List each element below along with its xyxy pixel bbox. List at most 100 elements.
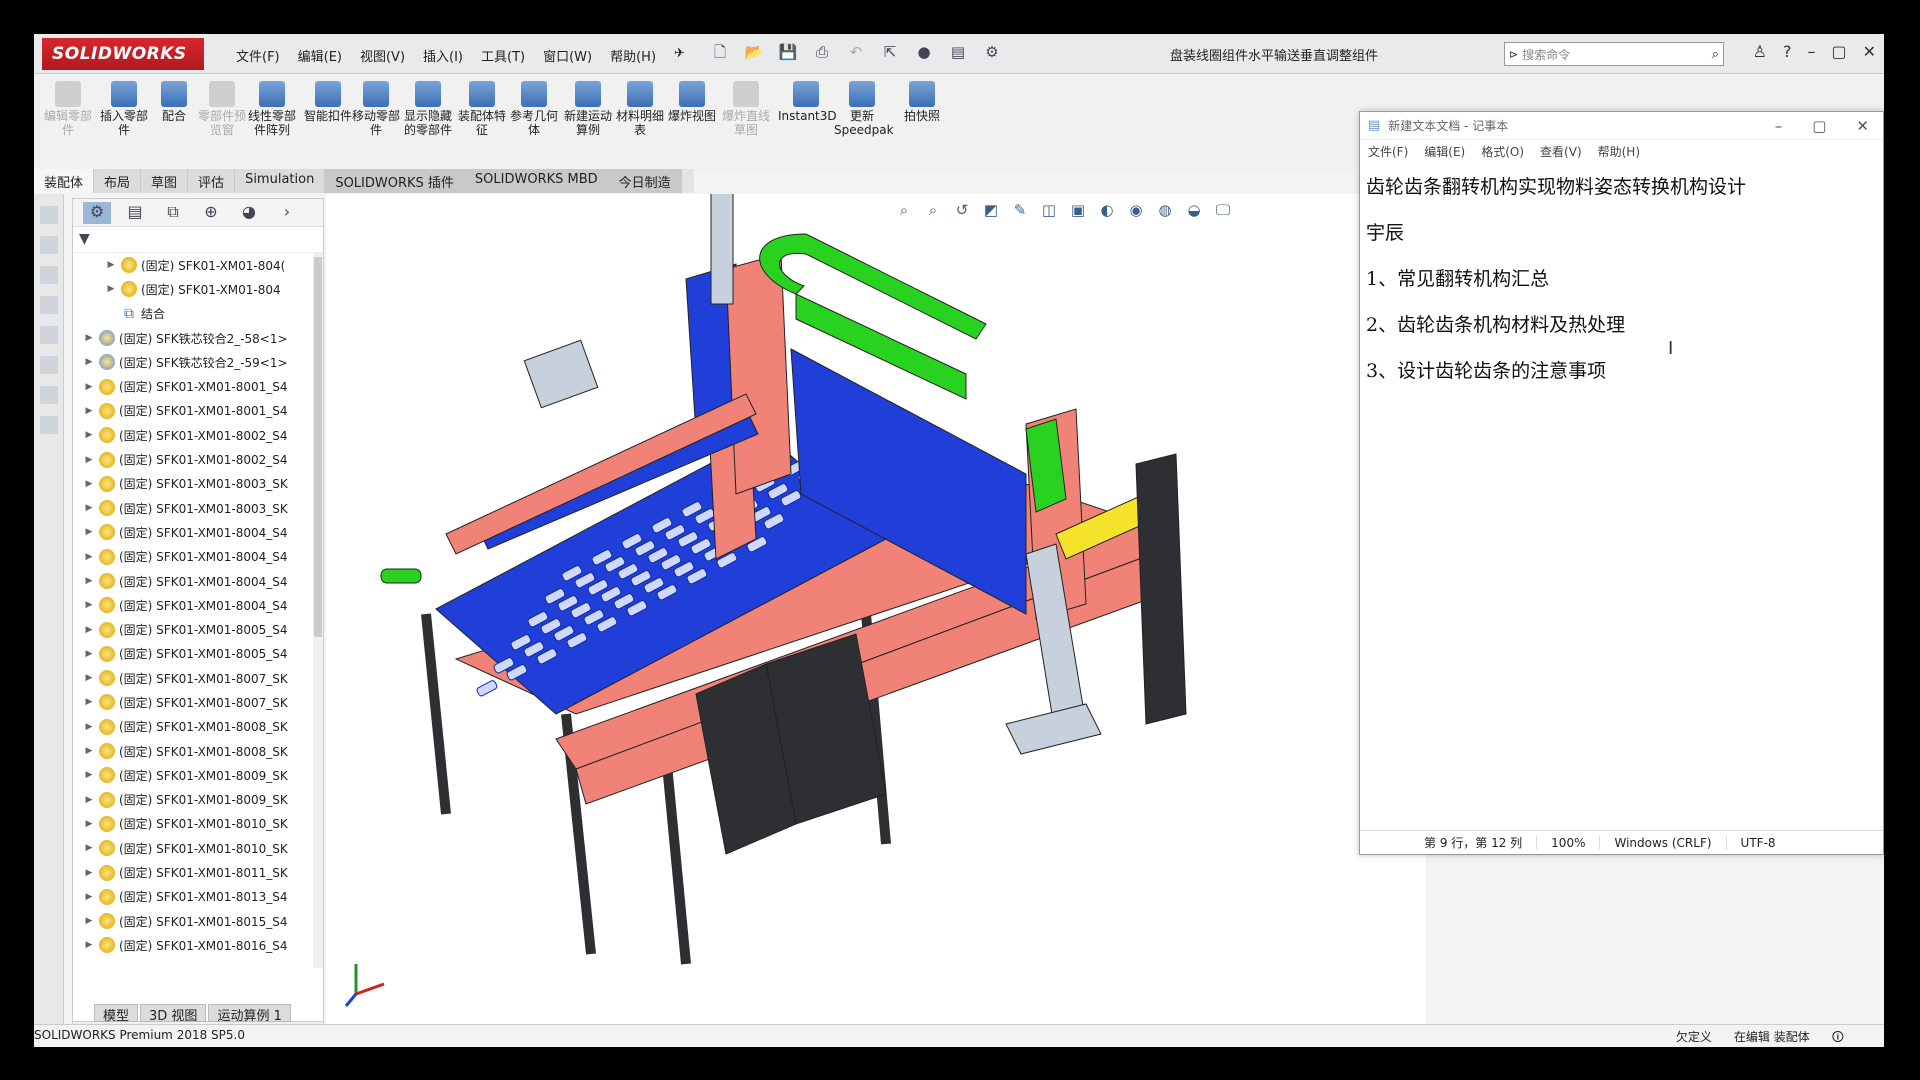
menu-tools[interactable]: 工具(T) xyxy=(477,44,529,67)
print-icon[interactable]: ⎙ xyxy=(812,42,832,62)
expand-arrow-icon[interactable]: ▶ xyxy=(83,868,95,878)
command-button[interactable]: 线性零部件阵列 xyxy=(244,81,300,137)
maximize-icon[interactable]: ▢ xyxy=(1831,42,1846,61)
expand-arrow-icon[interactable]: ▶ xyxy=(83,600,95,610)
menu-edit[interactable]: 编辑(E) xyxy=(294,44,346,67)
graphics-area[interactable] xyxy=(326,183,1426,1042)
tree-row[interactable]: ▶ (固定) SFK01-XM01-8003_SK xyxy=(73,472,323,496)
expand-arrow-icon[interactable]: ▶ xyxy=(83,722,95,732)
tree-row[interactable]: ▶ (固定) SFK01-XM01-8004_S4 xyxy=(73,520,323,544)
undo-icon[interactable]: ↶ xyxy=(846,42,866,62)
appearance-icon[interactable] xyxy=(40,356,58,374)
np-menu-format[interactable]: 格式(O) xyxy=(1481,143,1524,160)
command-button[interactable]: 爆炸直线草图 xyxy=(718,81,774,137)
rebuild-icon[interactable]: 🛈 xyxy=(1832,1028,1844,1049)
expand-arrow-icon[interactable]: ▶ xyxy=(83,576,95,586)
tab-sketch[interactable]: 草图 xyxy=(141,169,189,193)
monitor-icon[interactable]: 🖵 xyxy=(1213,201,1233,221)
tree-row[interactable]: ⧉ 结合 xyxy=(73,302,323,326)
tree-row[interactable]: ▶ (固定) SFK01-XM01-804 xyxy=(73,277,323,301)
select-icon[interactable]: ⇱ xyxy=(880,42,900,62)
tab-layout[interactable]: 布局 xyxy=(94,169,142,193)
tree-row[interactable]: ▶ (固定) SFK铁芯铰合2_-59<1> xyxy=(73,350,323,374)
tree-row[interactable]: ▶ (固定) SFK01-XM01-8011_SK xyxy=(73,860,323,884)
command-button[interactable]: 显示隐藏的零部件 xyxy=(400,81,456,137)
minimize-icon[interactable]: – xyxy=(1807,42,1815,61)
expand-arrow-icon[interactable]: ▶ xyxy=(83,357,95,367)
tree-row[interactable]: ▶ (固定) SFK01-XM01-8015_S4 xyxy=(73,909,323,933)
tree-row[interactable]: ▶ (固定) SFK01-XM01-8010_SK xyxy=(73,812,323,836)
feature-tree-icon[interactable]: ⚙ xyxy=(83,201,111,224)
menu-window[interactable]: 窗口(W) xyxy=(539,44,596,67)
view-orientation-icon[interactable]: ◫ xyxy=(1039,201,1059,221)
menu-file[interactable]: 文件(F) xyxy=(232,44,284,67)
expand-arrow-icon[interactable]: ▶ xyxy=(83,552,95,562)
tree-row[interactable]: ▶ (固定) SFK铁芯铰合2_-58<1> xyxy=(73,326,323,350)
zoom-area-icon[interactable]: ⌕ xyxy=(923,201,943,221)
command-button[interactable]: 编辑零部件 xyxy=(40,81,96,137)
tree-row[interactable]: ▶ (固定) SFK01-XM01-8008_SK xyxy=(73,739,323,763)
expand-arrow-icon[interactable]: ▶ xyxy=(83,649,95,659)
expand-arrow-icon[interactable]: ▶ xyxy=(83,382,95,392)
dimension-icon[interactable] xyxy=(40,266,58,284)
command-button[interactable]: 拍快照 xyxy=(894,81,950,123)
new-file-icon[interactable]: 🗋 xyxy=(710,42,730,62)
expand-arrow-icon[interactable]: ▶ xyxy=(83,455,95,465)
np-menu-help[interactable]: 帮助(H) xyxy=(1598,143,1640,160)
dimxpert-icon[interactable]: ⊕ xyxy=(197,202,225,224)
annotation-icon[interactable] xyxy=(40,206,58,224)
tab-evaluate[interactable]: 评估 xyxy=(188,169,236,193)
filter-icon[interactable]: ▼ xyxy=(73,227,323,253)
expand-arrow-icon[interactable]: ▶ xyxy=(83,916,95,926)
expand-arrow-icon[interactable]: ▶ xyxy=(105,260,117,270)
tree-row[interactable]: ▶ (固定) SFK01-XM01-8001_S4 xyxy=(73,374,323,398)
np-menu-view[interactable]: 查看(V) xyxy=(1540,143,1582,160)
expand-arrow-icon[interactable]: ▶ xyxy=(83,503,95,513)
dynamic-annotation-icon[interactable]: ✎ xyxy=(1010,201,1030,221)
tree-row[interactable]: ▶ (固定) SFK01-XM01-8005_S4 xyxy=(73,642,323,666)
command-button[interactable]: 插入零部件 xyxy=(96,81,152,137)
np-menu-edit[interactable]: 编辑(E) xyxy=(1424,143,1465,160)
command-button[interactable]: 移动零部件 xyxy=(348,81,404,137)
notepad-close-icon[interactable]: ✕ xyxy=(1856,117,1869,135)
menu-view[interactable]: 视图(V) xyxy=(356,44,409,67)
notepad-maximize-icon[interactable]: ▢ xyxy=(1812,117,1826,135)
expand-arrow-icon[interactable]: ▶ xyxy=(83,430,95,440)
expand-arrow-icon[interactable]: ▶ xyxy=(83,625,95,635)
tree-row[interactable]: ▶ (固定) SFK01-XM01-8004_S4 xyxy=(73,593,323,617)
menu-insert[interactable]: 插入(I) xyxy=(419,44,467,67)
tree-row[interactable]: ▶ (固定) SFK01-XM01-8002_S4 xyxy=(73,423,323,447)
hide-show-icon[interactable]: ◐ xyxy=(1097,201,1117,221)
command-button[interactable]: 材料明细表 xyxy=(612,81,668,137)
link-icon[interactable] xyxy=(40,416,58,434)
tree-row[interactable]: ▶ (固定) SFK01-XM01-8009_SK xyxy=(73,763,323,787)
np-menu-file[interactable]: 文件(F) xyxy=(1368,143,1408,160)
expand-arrow-icon[interactable]: ▶ xyxy=(83,673,95,683)
expand-panel-icon[interactable]: › xyxy=(273,202,301,224)
reference-icon[interactable] xyxy=(40,326,58,344)
zoom-fit-icon[interactable]: ⌕ xyxy=(894,201,914,221)
expand-arrow-icon[interactable]: ▶ xyxy=(83,819,95,829)
notepad-minimize-icon[interactable]: – xyxy=(1775,117,1783,135)
command-button[interactable]: Instant3D xyxy=(778,81,837,123)
section-view-icon[interactable]: ◩ xyxy=(981,201,1001,221)
notepad-text-area[interactable]: 齿轮齿条翻转机构实现物料姿态转换机构设计 宇辰 1、常见翻转机构汇总 2、齿轮齿… xyxy=(1360,162,1883,396)
menu-help[interactable]: 帮助(H) xyxy=(606,44,660,67)
expand-arrow-icon[interactable]: ▶ xyxy=(105,284,117,294)
search-mode-icon[interactable]: ⊳ xyxy=(1509,48,1518,61)
solidworks-logo[interactable]: SOLIDWORKS xyxy=(42,38,204,70)
expand-arrow-icon[interactable]: ▶ xyxy=(83,892,95,902)
command-button[interactable]: 参考几何体 xyxy=(506,81,562,137)
tree-row[interactable]: ▶ (固定) SFK01-XM01-8013_S4 xyxy=(73,885,323,909)
tab-solidworks-addins[interactable]: SOLIDWORKS 插件 xyxy=(325,169,465,193)
save-icon[interactable]: 💾 xyxy=(778,42,798,62)
view-settings-icon[interactable]: ◒ xyxy=(1184,201,1204,221)
assembly-model[interactable] xyxy=(326,183,1426,1042)
tree-row[interactable]: ▶ (固定) SFK01-XM01-8007_SK xyxy=(73,690,323,714)
command-button[interactable]: 装配体特征 xyxy=(454,81,510,137)
search-input[interactable]: 搜索命令 xyxy=(1522,46,1708,63)
property-manager-icon[interactable]: ▤ xyxy=(121,202,149,224)
tab-3d-views[interactable]: 3D 视图 xyxy=(140,1004,207,1024)
tree-row[interactable]: ▶ (固定) SFK01-XM01-8004_S4 xyxy=(73,569,323,593)
tree-row[interactable]: ▶ (固定) SFK01-XM01-804( xyxy=(73,253,323,277)
